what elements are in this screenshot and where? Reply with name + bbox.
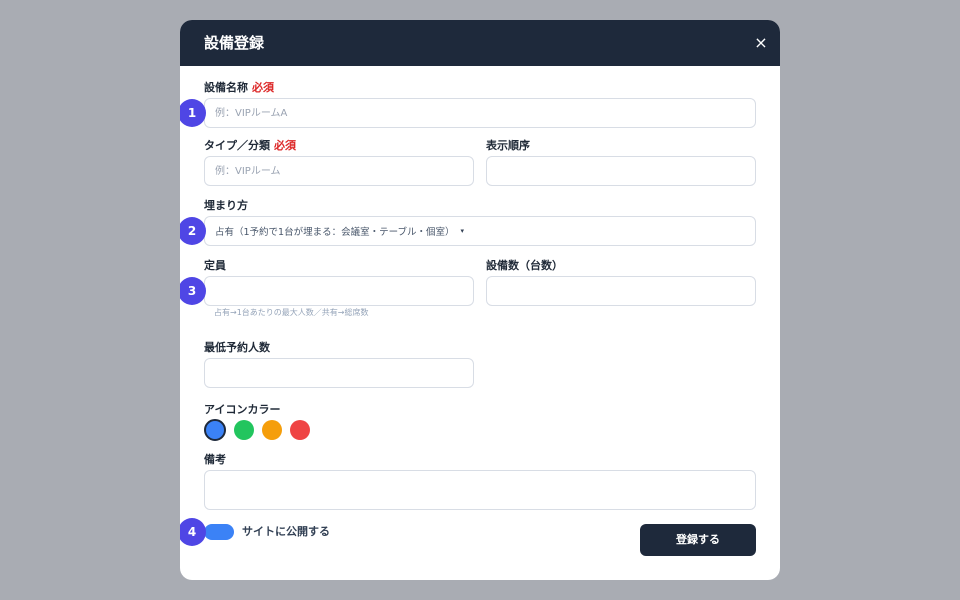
publish-toggle[interactable] <box>204 524 234 540</box>
fill-mode-selected-value: 占有（1予約で1台が埋まる：会議室・テーブル・個室） <box>215 227 455 238</box>
color-swatch-blue[interactable] <box>204 419 226 441</box>
capacity-label: 定員 <box>204 259 226 272</box>
dialog-title: 設備登録 <box>204 34 265 52</box>
min-people-input[interactable] <box>204 358 474 388</box>
display-order-input[interactable] <box>486 156 756 186</box>
step-badge-1: 1 <box>180 99 206 127</box>
color-swatch-green[interactable] <box>234 420 254 440</box>
notes-label: 備考 <box>204 453 226 466</box>
required-badge: 必須 <box>274 139 296 152</box>
icon-color-label: アイコンカラー <box>204 403 281 416</box>
notes-textarea[interactable] <box>204 470 756 510</box>
publish-toggle-label: サイトに公開する <box>242 525 330 538</box>
name-label-text: 設備名称 <box>204 81 248 94</box>
equipment-name-input[interactable] <box>204 98 756 128</box>
color-swatch-red[interactable] <box>290 420 310 440</box>
dialog-header: 設備登録 × <box>180 20 780 66</box>
type-label-text: タイプ／分類 <box>204 139 270 152</box>
unit-count-input[interactable] <box>486 276 756 306</box>
equipment-registration-dialog: 設備登録 × 設備名称必須 タイプ／分類必須 表示順序 埋まり方 占有（1予約で… <box>180 20 780 580</box>
name-field-label: 設備名称 必須 <box>204 81 274 95</box>
color-swatch-orange[interactable] <box>262 420 282 440</box>
chevron-down-icon: ▾ <box>460 227 465 235</box>
capacity-hint: 占有→1台あたりの最大人数／共有→総席数 <box>214 308 369 317</box>
display-order-label: 表示順序 <box>486 139 530 152</box>
step-badge-2: 2 <box>180 217 206 245</box>
unit-count-label: 設備数（台数） <box>486 259 563 272</box>
step-badge-3: 3 <box>180 277 206 305</box>
min-people-label: 最低予約人数 <box>204 341 270 354</box>
capacity-input[interactable] <box>204 276 474 306</box>
close-icon[interactable]: × <box>750 32 772 54</box>
type-field-label: タイプ／分類 必須 <box>204 139 296 153</box>
fill-mode-label: 埋まり方 <box>204 199 248 212</box>
register-button[interactable]: 登録する <box>640 524 756 556</box>
step-badge-4: 4 <box>180 518 206 546</box>
type-input[interactable] <box>204 156 474 186</box>
required-badge: 必須 <box>252 81 274 94</box>
fill-mode-select[interactable]: 占有（1予約で1台が埋まる：会議室・テーブル・個室） ▾ <box>204 216 756 246</box>
